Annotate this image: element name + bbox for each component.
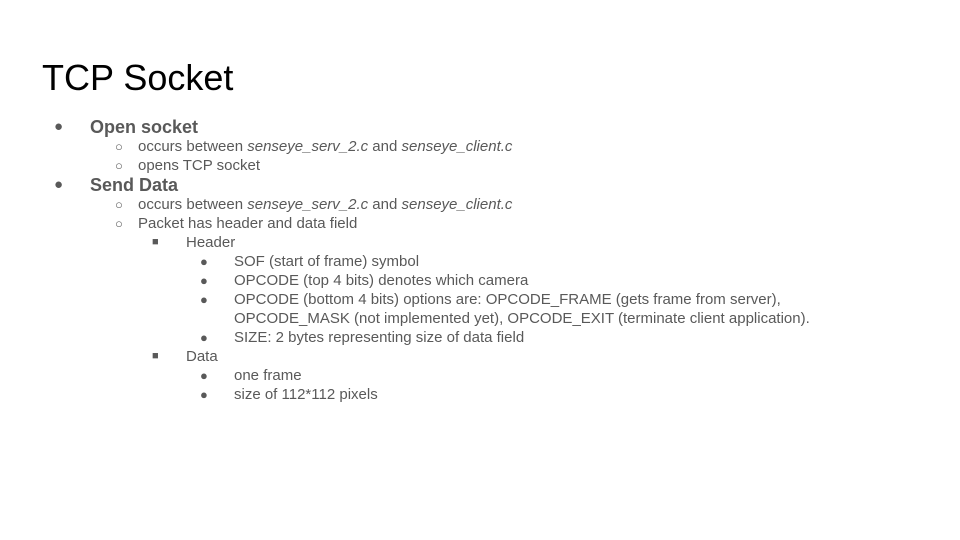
list-item-occurs-between: ○ occurs between senseye_serv_2.c and se… (0, 195, 960, 214)
list-item-packet-fields: ○ Packet has header and data field (0, 214, 960, 233)
occurs-between-text: occurs between senseye_serv_2.c and sens… (138, 137, 512, 156)
sof-text: SOF (start of frame) symbol (234, 253, 420, 270)
list-item-opcode-bottom: ● OPCODE (bottom 4 bits) options are: OP… (0, 290, 960, 328)
size-text: SIZE: 2 bytes representing size of data … (234, 329, 525, 346)
list-item-occurs-between: ○ occurs between senseye_serv_2.c and se… (0, 137, 960, 156)
list-item-opens-tcp-socket: ○ opens TCP socket (0, 156, 960, 175)
list-item-opcode-top: ● OPCODE (top 4 bits) denotes which came… (0, 271, 960, 290)
list-item-send-data: ● Send Data (0, 175, 960, 195)
hollow-circle-bullet-icon: ○ (115, 216, 123, 231)
list-item-sof: ● SOF (start of frame) symbol (0, 252, 960, 271)
filled-circle-bullet-icon: ● (54, 118, 64, 135)
hollow-circle-bullet-icon: ○ (115, 197, 123, 212)
opcode-top-text: OPCODE (top 4 bits) denotes which camera (234, 272, 529, 289)
open-socket-heading: Open socket (90, 117, 199, 137)
occurs-between-text: occurs between senseye_serv_2.c and sens… (138, 195, 512, 214)
frame-size-text: size of 112*112 pixels (234, 386, 378, 403)
opcode-bottom-text: OPCODE (bottom 4 bits) options are: OPCO… (234, 291, 810, 327)
slide: TCP Socket ● Open socket ○ occurs betwee… (0, 0, 960, 540)
and-connector: and (368, 196, 402, 213)
packet-fields-text: Packet has header and data field (138, 215, 358, 232)
list-item-one-frame: ● one frame (0, 366, 960, 385)
header-label: Header (186, 234, 236, 251)
client-filename: senseye_client.c (401, 196, 513, 213)
filled-circle-bullet-icon: ● (200, 387, 208, 402)
square-bullet-icon: ■ (152, 236, 159, 248)
slide-title: TCP Socket (42, 57, 234, 98)
filled-circle-bullet-icon: ● (200, 273, 208, 288)
filled-circle-bullet-icon: ● (200, 292, 208, 307)
one-frame-text: one frame (234, 367, 302, 384)
hollow-circle-bullet-icon: ○ (115, 139, 123, 154)
filled-circle-bullet-icon: ● (200, 254, 208, 269)
list-item-data: ■ Data (0, 347, 960, 366)
filled-circle-bullet-icon: ● (200, 368, 208, 383)
list-item-header: ■ Header (0, 233, 960, 252)
client-filename: senseye_client.c (401, 138, 513, 155)
list-item-frame-size: ● size of 112*112 pixels (0, 385, 960, 404)
data-label: Data (186, 348, 218, 365)
and-connector: and (368, 138, 402, 155)
list-item-size: ● SIZE: 2 bytes representing size of dat… (0, 328, 960, 347)
list-item-open-socket: ● Open socket (0, 117, 960, 137)
send-data-heading: Send Data (90, 175, 179, 195)
server-filename: senseye_serv_2.c (247, 196, 369, 213)
filled-circle-bullet-icon: ● (200, 330, 208, 345)
square-bullet-icon: ■ (152, 350, 159, 362)
hollow-circle-bullet-icon: ○ (115, 158, 123, 173)
occurs-between-prefix: occurs between (138, 138, 248, 155)
filled-circle-bullet-icon: ● (54, 176, 64, 193)
occurs-between-prefix: occurs between (138, 196, 248, 213)
opens-tcp-socket-text: opens TCP socket (138, 157, 261, 174)
server-filename: senseye_serv_2.c (247, 138, 369, 155)
bullet-list: ● Open socket ○ occurs between senseye_s… (0, 117, 960, 404)
